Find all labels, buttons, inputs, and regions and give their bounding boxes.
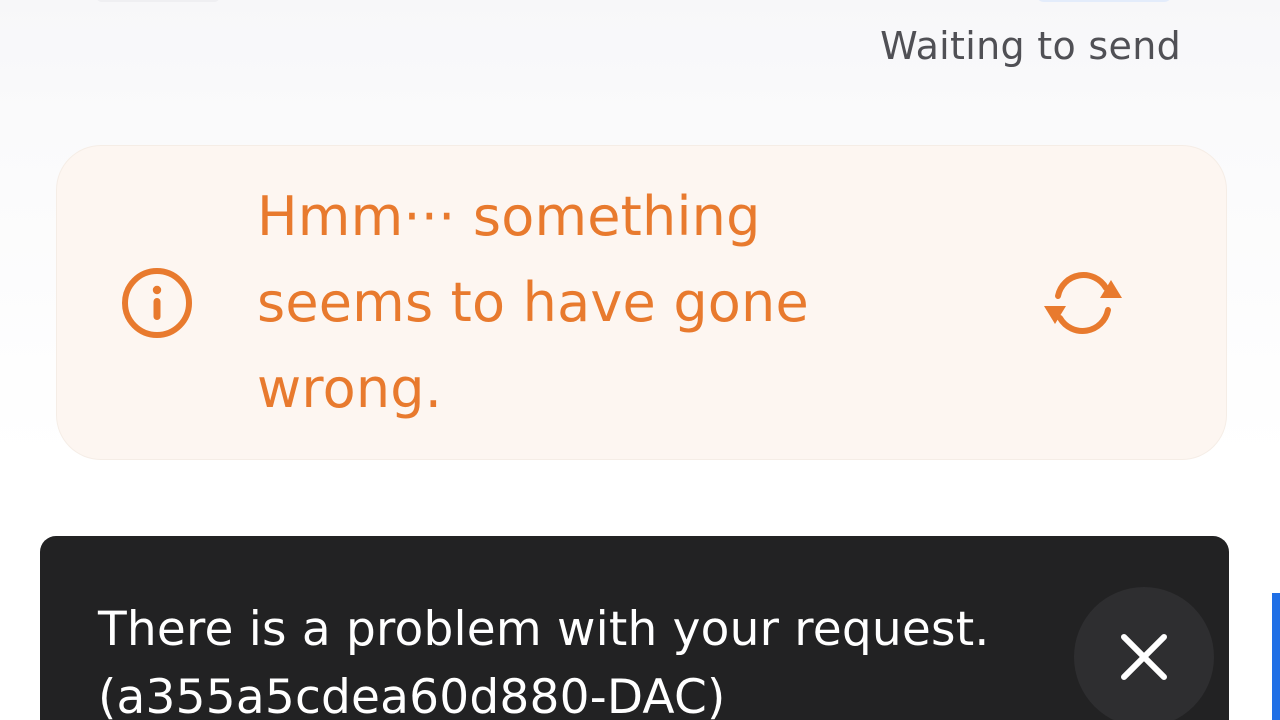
- error-message: Hmm··· something seems to have gone wron…: [257, 185, 809, 420]
- info-circle-icon: [121, 267, 193, 339]
- toast-message: There is a problem with your request. (a…: [98, 596, 1038, 720]
- toast-request-id: (a355a5cdea60d880-DAC): [98, 670, 726, 720]
- scroll-indicator: [1272, 593, 1280, 720]
- toast-close-button[interactable]: [1074, 587, 1214, 720]
- top-left-chip: [96, 0, 220, 2]
- page: Waiting to send Hmm··· something seems t…: [0, 0, 1280, 720]
- toast-message-line: There is a problem with your request.: [98, 602, 990, 657]
- refresh-icon: [1044, 272, 1122, 334]
- retry-button[interactable]: [1040, 262, 1126, 342]
- close-icon: [1121, 634, 1167, 680]
- send-status-label: Waiting to send: [880, 24, 1181, 68]
- top-right-chip: [1036, 0, 1172, 2]
